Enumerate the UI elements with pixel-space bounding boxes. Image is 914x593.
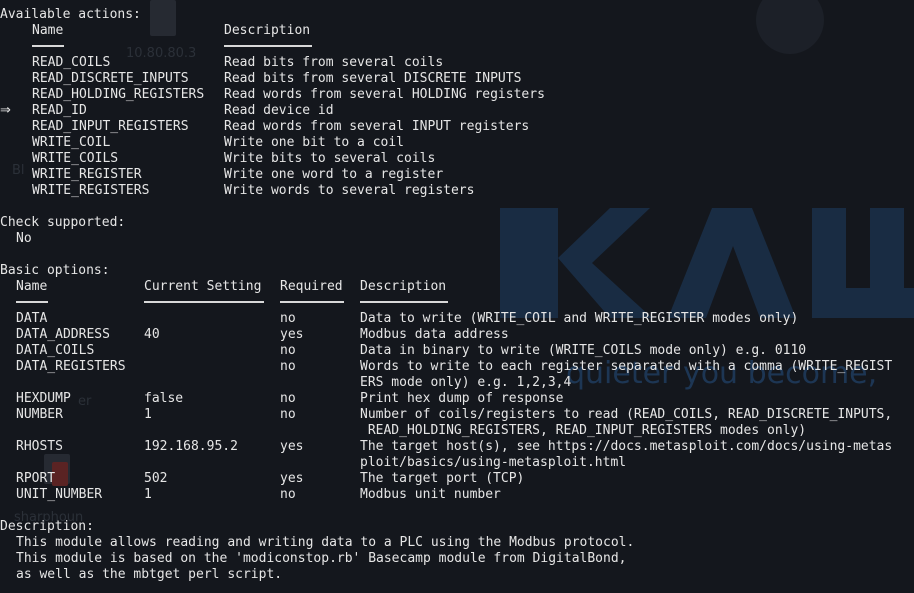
check-header: Check supported: (0, 215, 126, 230)
option-description: Data to write (WRITE_COIL and WRITE_REGI… (360, 311, 799, 326)
options-col-required: Required (280, 279, 343, 294)
option-description: The target host(s), see https://docs.met… (360, 439, 893, 454)
actions-col-description: Description (224, 23, 311, 38)
action-name: READ_DISCRETE_INPUTS (32, 71, 189, 86)
description-header: Description: (0, 519, 94, 534)
option-name: DATA_REGISTERS (16, 359, 126, 374)
action-description: Read device id (224, 103, 334, 118)
options-col-description: Description (360, 279, 447, 294)
action-description: Read words from several INPUT registers (224, 119, 530, 134)
action-name: READ_INPUT_REGISTERS (32, 119, 189, 134)
option-required: no (280, 359, 296, 374)
description-line: as well as the mbtget perl script. (16, 567, 283, 582)
option-name: RPORT (16, 471, 56, 486)
options-col-description-underline (360, 301, 448, 303)
description-line: This module allows reading and writing d… (16, 535, 635, 550)
check-value: No (16, 231, 32, 246)
action-name: WRITE_REGISTER (32, 167, 142, 182)
option-required: no (280, 487, 296, 502)
action-name: READ_HOLDING_REGISTERS (32, 87, 205, 102)
option-description-continued: ERS mode only) e.g. 1,2,3,4 (360, 375, 572, 390)
option-description: Print hex dump of response (360, 391, 564, 406)
option-required: no (280, 311, 296, 326)
action-description: Write words to several registers (224, 183, 475, 198)
option-setting: 192.168.95.2 (144, 439, 238, 454)
action-description: Read bits from several DISCRETE INPUTS (224, 71, 522, 86)
option-name: UNIT_NUMBER (16, 487, 103, 502)
option-setting: 502 (144, 471, 168, 486)
option-description: Data in binary to write (WRITE_COILS mod… (360, 343, 807, 358)
option-setting: false (144, 391, 184, 406)
action-description: Write one bit to a coil (224, 135, 405, 150)
action-description: Write bits to several coils (224, 151, 436, 166)
option-description: Modbus unit number (360, 487, 501, 502)
option-name: HEXDUMP (16, 391, 71, 406)
action-description: Read words from several HOLDING register… (224, 87, 545, 102)
option-setting: 1 (144, 487, 152, 502)
actions-col-description-underline (224, 45, 312, 47)
action-description: Read bits from several coils (224, 55, 444, 70)
actions-col-name: Name (32, 23, 64, 38)
option-name: RHOSTS (16, 439, 63, 454)
action-name-selected: READ_ID (32, 103, 87, 118)
options-col-setting-underline (144, 301, 264, 303)
action-name: READ_COILS (32, 55, 111, 70)
option-required: yes (280, 327, 304, 342)
actions-header: Available actions: (0, 7, 141, 22)
action-name: WRITE_COIL (32, 135, 111, 150)
options-col-required-underline (280, 301, 344, 303)
description-line: This module is based on the 'modiconstop… (16, 551, 627, 566)
option-description-continued: ploit/basics/using-metasploit.html (360, 455, 627, 470)
action-name: WRITE_REGISTERS (32, 183, 150, 198)
option-required: yes (280, 471, 304, 486)
terminal-output[interactable]: Available actions: Name Description READ… (0, 0, 914, 593)
option-required: no (280, 407, 296, 422)
options-col-name-underline (16, 301, 48, 303)
options-col-name: Name (16, 279, 48, 294)
selected-action-arrow-icon: ⇒ (0, 103, 11, 118)
option-required: no (280, 391, 296, 406)
option-name: NUMBER (16, 407, 63, 422)
options-header: Basic options: (0, 263, 110, 278)
option-description-continued: READ_HOLDING_REGISTERS, READ_INPUT_REGIS… (360, 423, 807, 438)
option-description: Modbus data address (360, 327, 509, 342)
option-required: yes (280, 439, 304, 454)
action-name: WRITE_COILS (32, 151, 119, 166)
actions-col-name-underline (32, 45, 64, 47)
option-name: DATA_ADDRESS (16, 327, 110, 342)
option-required: no (280, 343, 296, 358)
option-description: Words to write to each register separate… (360, 359, 893, 374)
option-setting: 1 (144, 407, 152, 422)
action-description: Write one word to a register (224, 167, 444, 182)
option-name: DATA (16, 311, 48, 326)
option-description: The target port (TCP) (360, 471, 525, 486)
options-col-setting: Current Setting (144, 279, 262, 294)
option-name: DATA_COILS (16, 343, 95, 358)
option-setting: 40 (144, 327, 160, 342)
option-description: Number of coils/registers to read (READ_… (360, 407, 893, 422)
